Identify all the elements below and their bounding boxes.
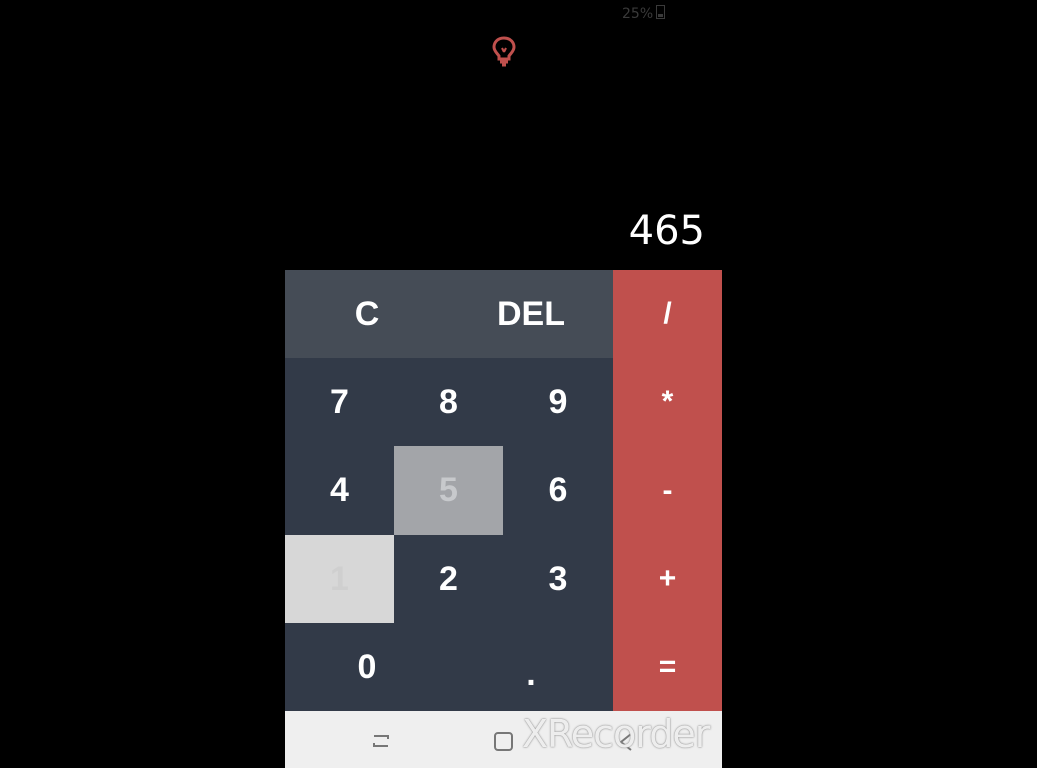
- digit-8-button[interactable]: 8: [394, 358, 503, 446]
- keypad: C DEL / 7 8 9 * 4 5 6 - 1 2 3 + 0 . =: [285, 270, 722, 711]
- result-display: 465: [628, 208, 705, 254]
- digit-6-button[interactable]: 6: [503, 446, 613, 535]
- recorder-watermark: XRecorder: [522, 712, 710, 756]
- equals-button[interactable]: =: [613, 623, 722, 711]
- subtract-button[interactable]: -: [613, 446, 722, 535]
- digit-2-button[interactable]: 2: [394, 535, 503, 623]
- status-battery: 25%: [622, 5, 666, 22]
- battery-icon: [656, 5, 666, 19]
- clear-button[interactable]: C: [285, 270, 449, 358]
- digit-9-button[interactable]: 9: [503, 358, 613, 446]
- recent-apps-icon[interactable]: [370, 731, 392, 756]
- calculator-screen: 25% 465 C DEL / 7 8 9 * 4 5 6 - 1 2 3 + …: [0, 0, 1037, 768]
- digit-5-button[interactable]: 5: [394, 446, 503, 535]
- digit-3-button[interactable]: 3: [503, 535, 613, 623]
- digit-4-button[interactable]: 4: [285, 446, 394, 535]
- multiply-button[interactable]: *: [613, 358, 722, 446]
- home-icon[interactable]: [493, 731, 515, 758]
- add-button[interactable]: +: [613, 535, 722, 623]
- digit-7-button[interactable]: 7: [285, 358, 394, 446]
- divide-button[interactable]: /: [613, 270, 722, 358]
- digit-1-button[interactable]: 1: [285, 535, 394, 623]
- decimal-button[interactable]: .: [449, 623, 613, 711]
- digit-0-button[interactable]: 0: [285, 623, 449, 711]
- delete-button[interactable]: DEL: [449, 270, 613, 358]
- battery-percentage: 25%: [622, 6, 654, 22]
- lightbulb-icon[interactable]: [489, 34, 519, 70]
